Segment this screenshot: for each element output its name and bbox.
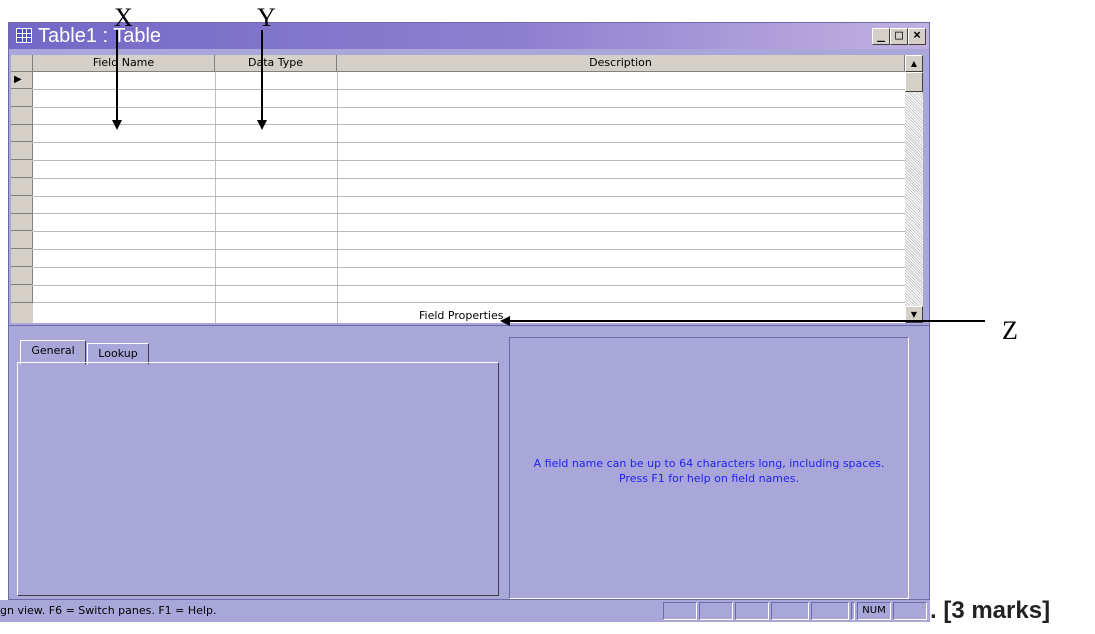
marks-label: . [3 marks]: [930, 597, 1051, 624]
annotation-x-label: X: [114, 3, 133, 32]
annotation-z-label: Z: [1002, 316, 1018, 345]
annotation-arrows: [112, 30, 985, 326]
annotation-y-label: Y: [257, 3, 276, 32]
